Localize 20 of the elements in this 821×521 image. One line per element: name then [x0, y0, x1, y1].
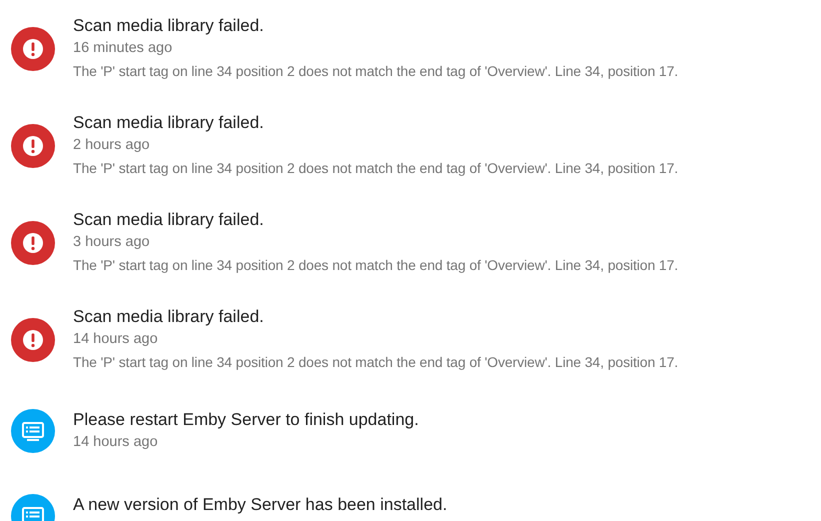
- notification-detail: The 'P' start tag on line 34 position 2 does not match the end tag of 'Overview'. Line 34, position 17.: [73, 353, 678, 372]
- notification-title: A new version of Emby Server has been installed.: [73, 494, 448, 516]
- notification-time: 2 hours ago: [73, 136, 151, 155]
- notification-time: 3 hours ago: [73, 233, 151, 252]
- notification-title: Scan media library failed.: [73, 15, 265, 37]
- notification-detail: The 'P' start tag on line 34 position 2 does not match the end tag of 'Overview'. Line 34, position 17.: [73, 159, 678, 178]
- notification-title: Scan media library failed.: [73, 306, 265, 328]
- error-icon: [11, 27, 55, 71]
- notification-time: 14 hours ago: [73, 330, 159, 349]
- notification-title: Please restart Emby Server to finish updating.: [73, 408, 419, 430]
- notification-title: Scan media library failed.: [73, 112, 265, 134]
- error-icon: [11, 221, 55, 265]
- notification-detail: The 'P' start tag on line 34 position 2 does not match the end tag of 'Overview'. Line 34, position 17.: [73, 62, 678, 81]
- notification-title: Scan media library failed.: [73, 209, 265, 231]
- notification-detail: The 'P' start tag on line 34 position 2 does not match the end tag of 'Overview'. Line 34, position 17.: [73, 256, 678, 275]
- notification-time: 16 minutes ago: [73, 39, 174, 58]
- error-icon: [11, 318, 55, 362]
- error-icon: [11, 124, 55, 168]
- notification-time: 14 hours ago: [73, 432, 159, 452]
- monitor-icon: [11, 409, 55, 453]
